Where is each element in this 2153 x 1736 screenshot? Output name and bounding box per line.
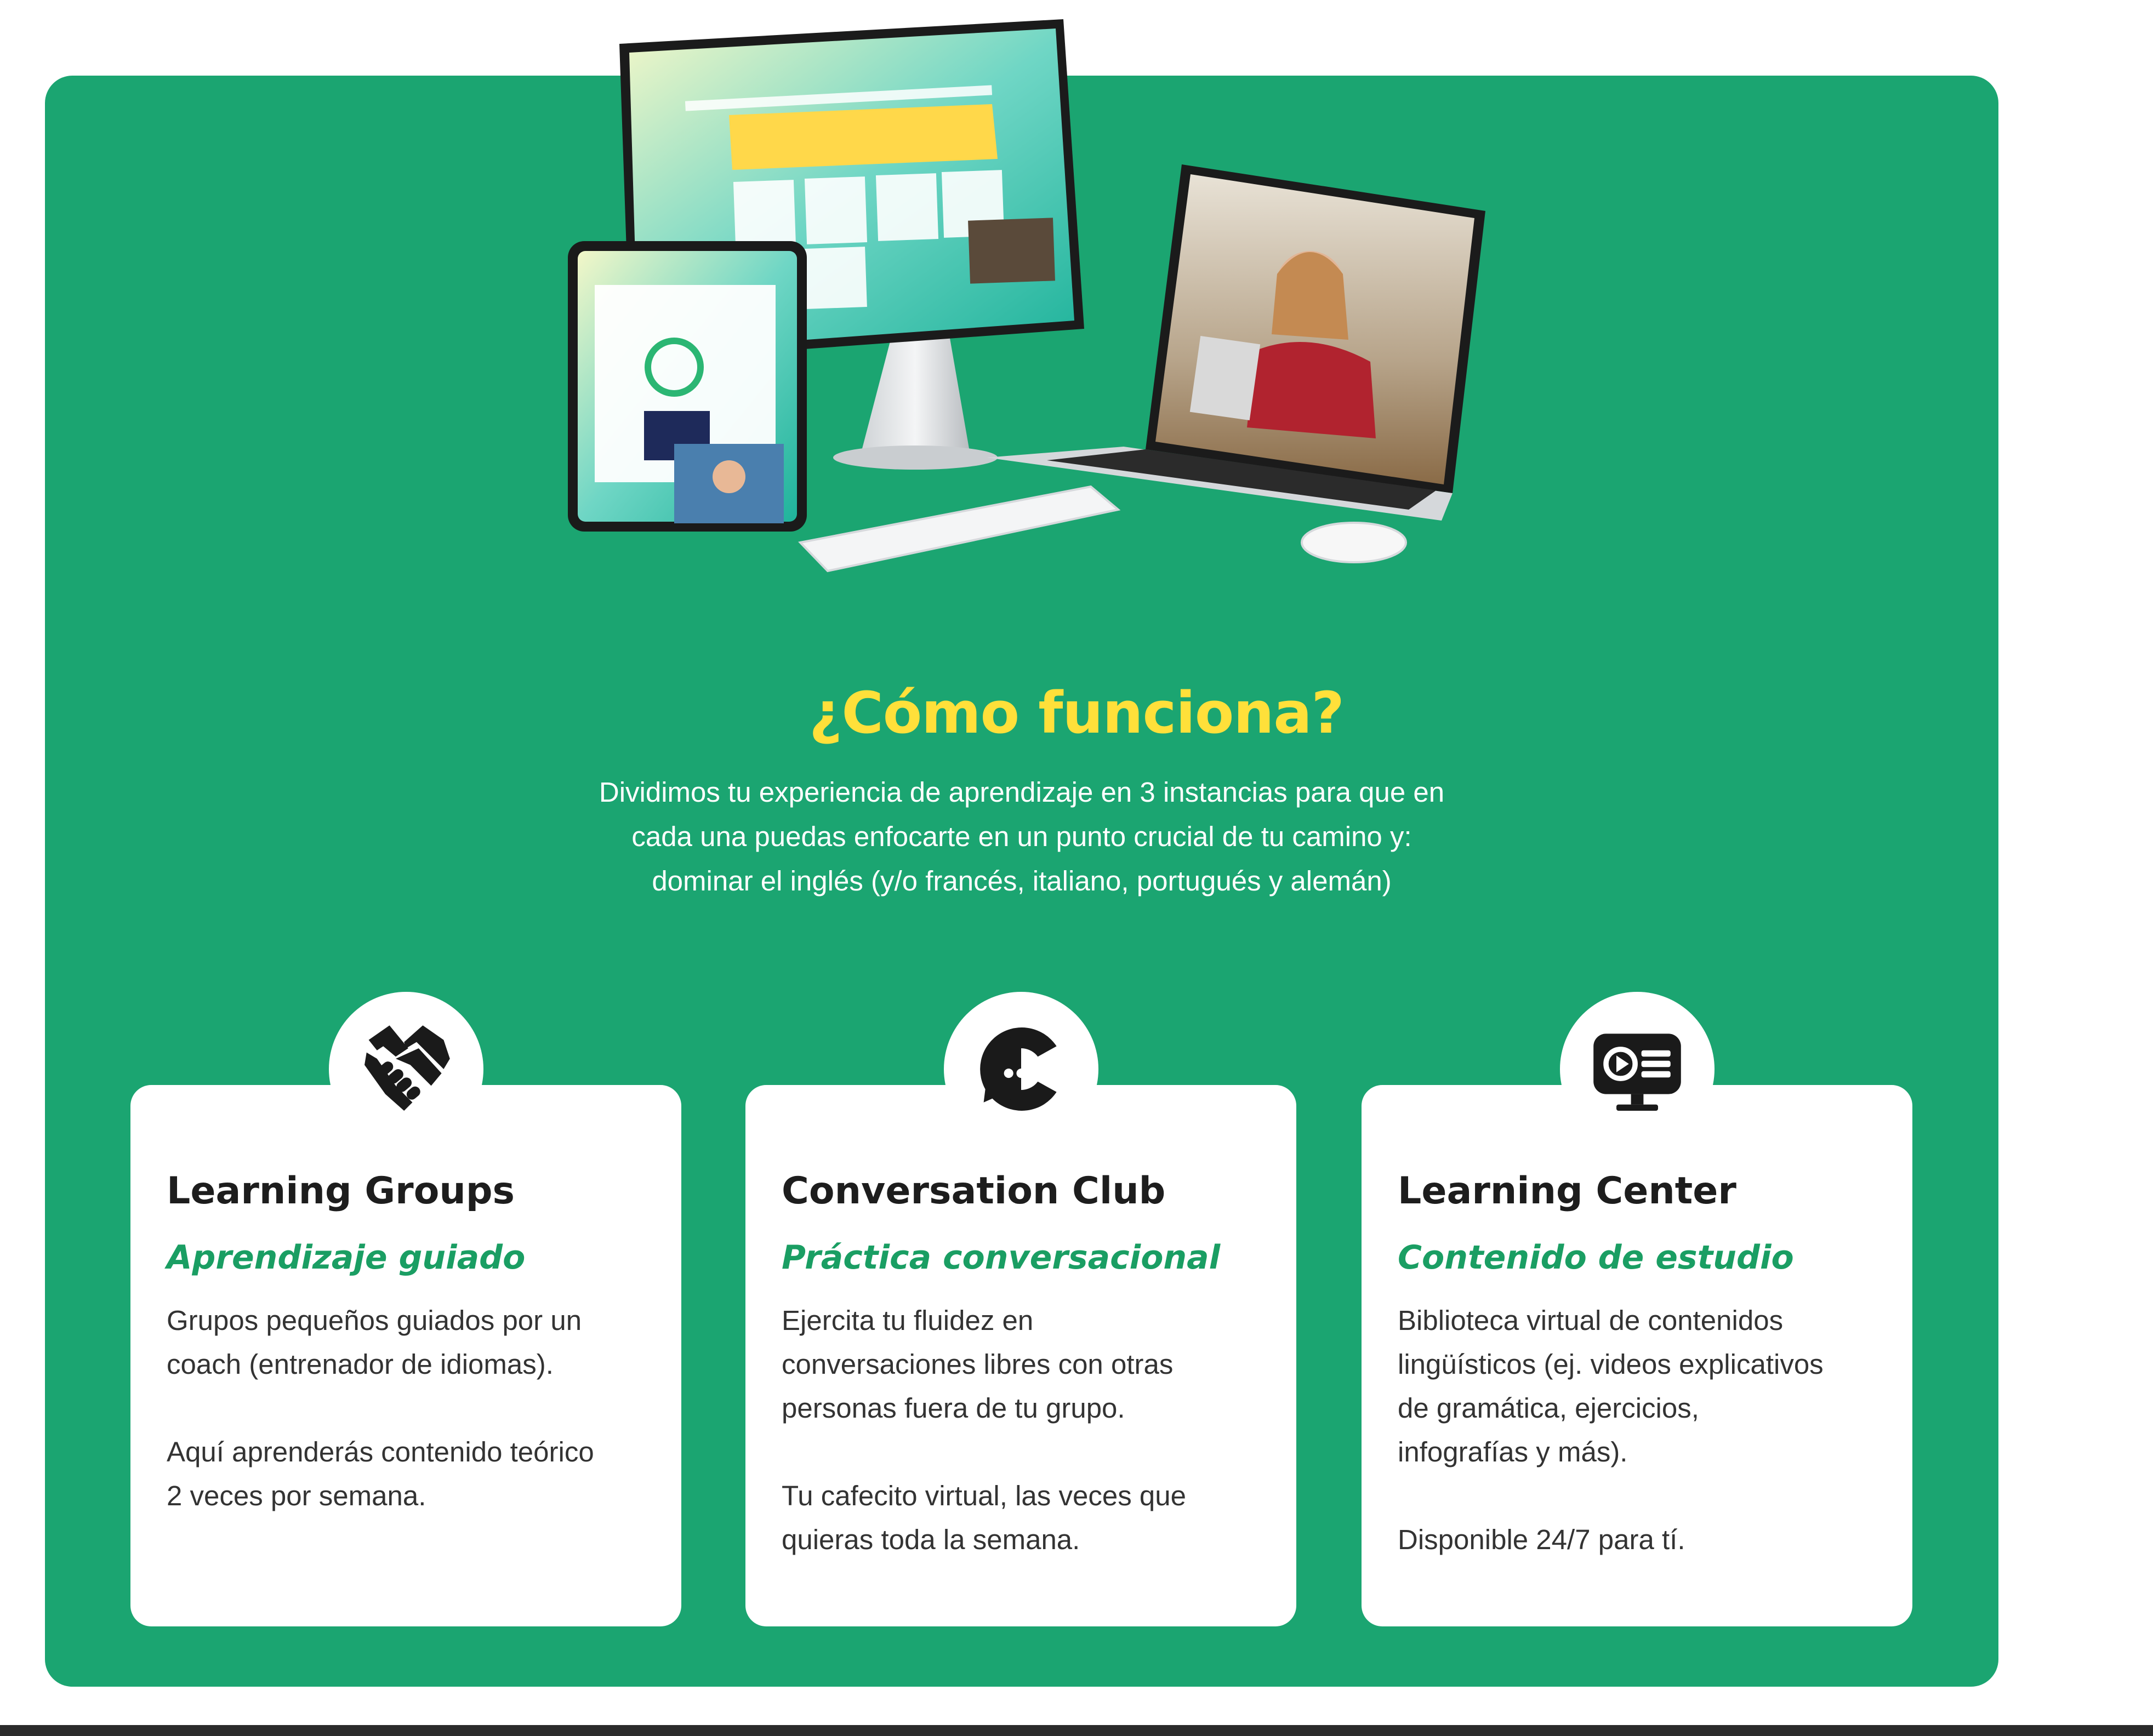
intro-line: dominar el inglés (y/o francés, italiano… [652,865,1392,896]
card-learning-center: Learning Center Contenido de estudio Bib… [1362,1085,1912,1626]
handshake-icon [329,992,483,1146]
card-text-line: Grupos pequeños guiados por un [167,1305,582,1336]
card-text-line: 2 veces por semana. [167,1480,426,1511]
card-text-line: quieras toda la semana. [782,1524,1080,1555]
card-text-line: lingüísticos (ej. videos explicativos [1398,1349,1824,1380]
section-title: ¿Cómo funciona? [809,679,1345,746]
card-subtitle: Aprendizaje guiado [167,1238,526,1277]
card-subtitle: Contenido de estudio [1398,1238,1794,1277]
card-subtitle: Práctica conversacional [782,1238,1221,1277]
card-text-line: Tu cafecito virtual, las veces que [782,1480,1186,1511]
page-footer-bar [0,1725,2153,1736]
devices-mockup-image [568,19,1485,573]
intro-line: Dividimos tu experiencia de aprendizaje … [599,776,1445,808]
card-text-line: Aquí aprenderás contenido teórico [167,1436,594,1467]
card-text-line: Disponible 24/7 para tí. [1398,1524,1685,1555]
card-conversation-club: Conversation Club Práctica conversaciona… [745,1085,1296,1626]
card-text-line: personas fuera de tu grupo. [782,1392,1125,1424]
intro-line: cada una puedas enfocarte en un punto cr… [631,821,1412,852]
card-description: Grupos pequeños guiados por un coach (en… [167,1299,660,1518]
card-text-line: coach (entrenador de idiomas). [167,1349,554,1380]
card-description: Biblioteca virtual de contenidos lingüís… [1398,1299,1891,1562]
card-text-line: Biblioteca virtual de contenidos [1398,1305,1784,1336]
card-text-line: infografías y más). [1398,1436,1628,1467]
card-text-line: de gramática, ejercicios, [1398,1392,1699,1424]
card-text-line: conversaciones libres con otras [782,1349,1174,1380]
chat-c-icon [944,992,1098,1146]
card-learning-groups: Learning Groups Aprendizaje guiado Grupo… [130,1085,681,1626]
card-description: Ejercita tu fluidez en conversaciones li… [782,1299,1275,1562]
card-title: Learning Groups [167,1169,515,1213]
card-text-line: Ejercita tu fluidez en [782,1305,1034,1336]
video-monitor-icon [1560,992,1715,1146]
card-title: Conversation Club [782,1169,1166,1213]
card-title: Learning Center [1398,1169,1736,1213]
section-intro: Dividimos tu experiencia de aprendizaje … [528,770,1515,903]
